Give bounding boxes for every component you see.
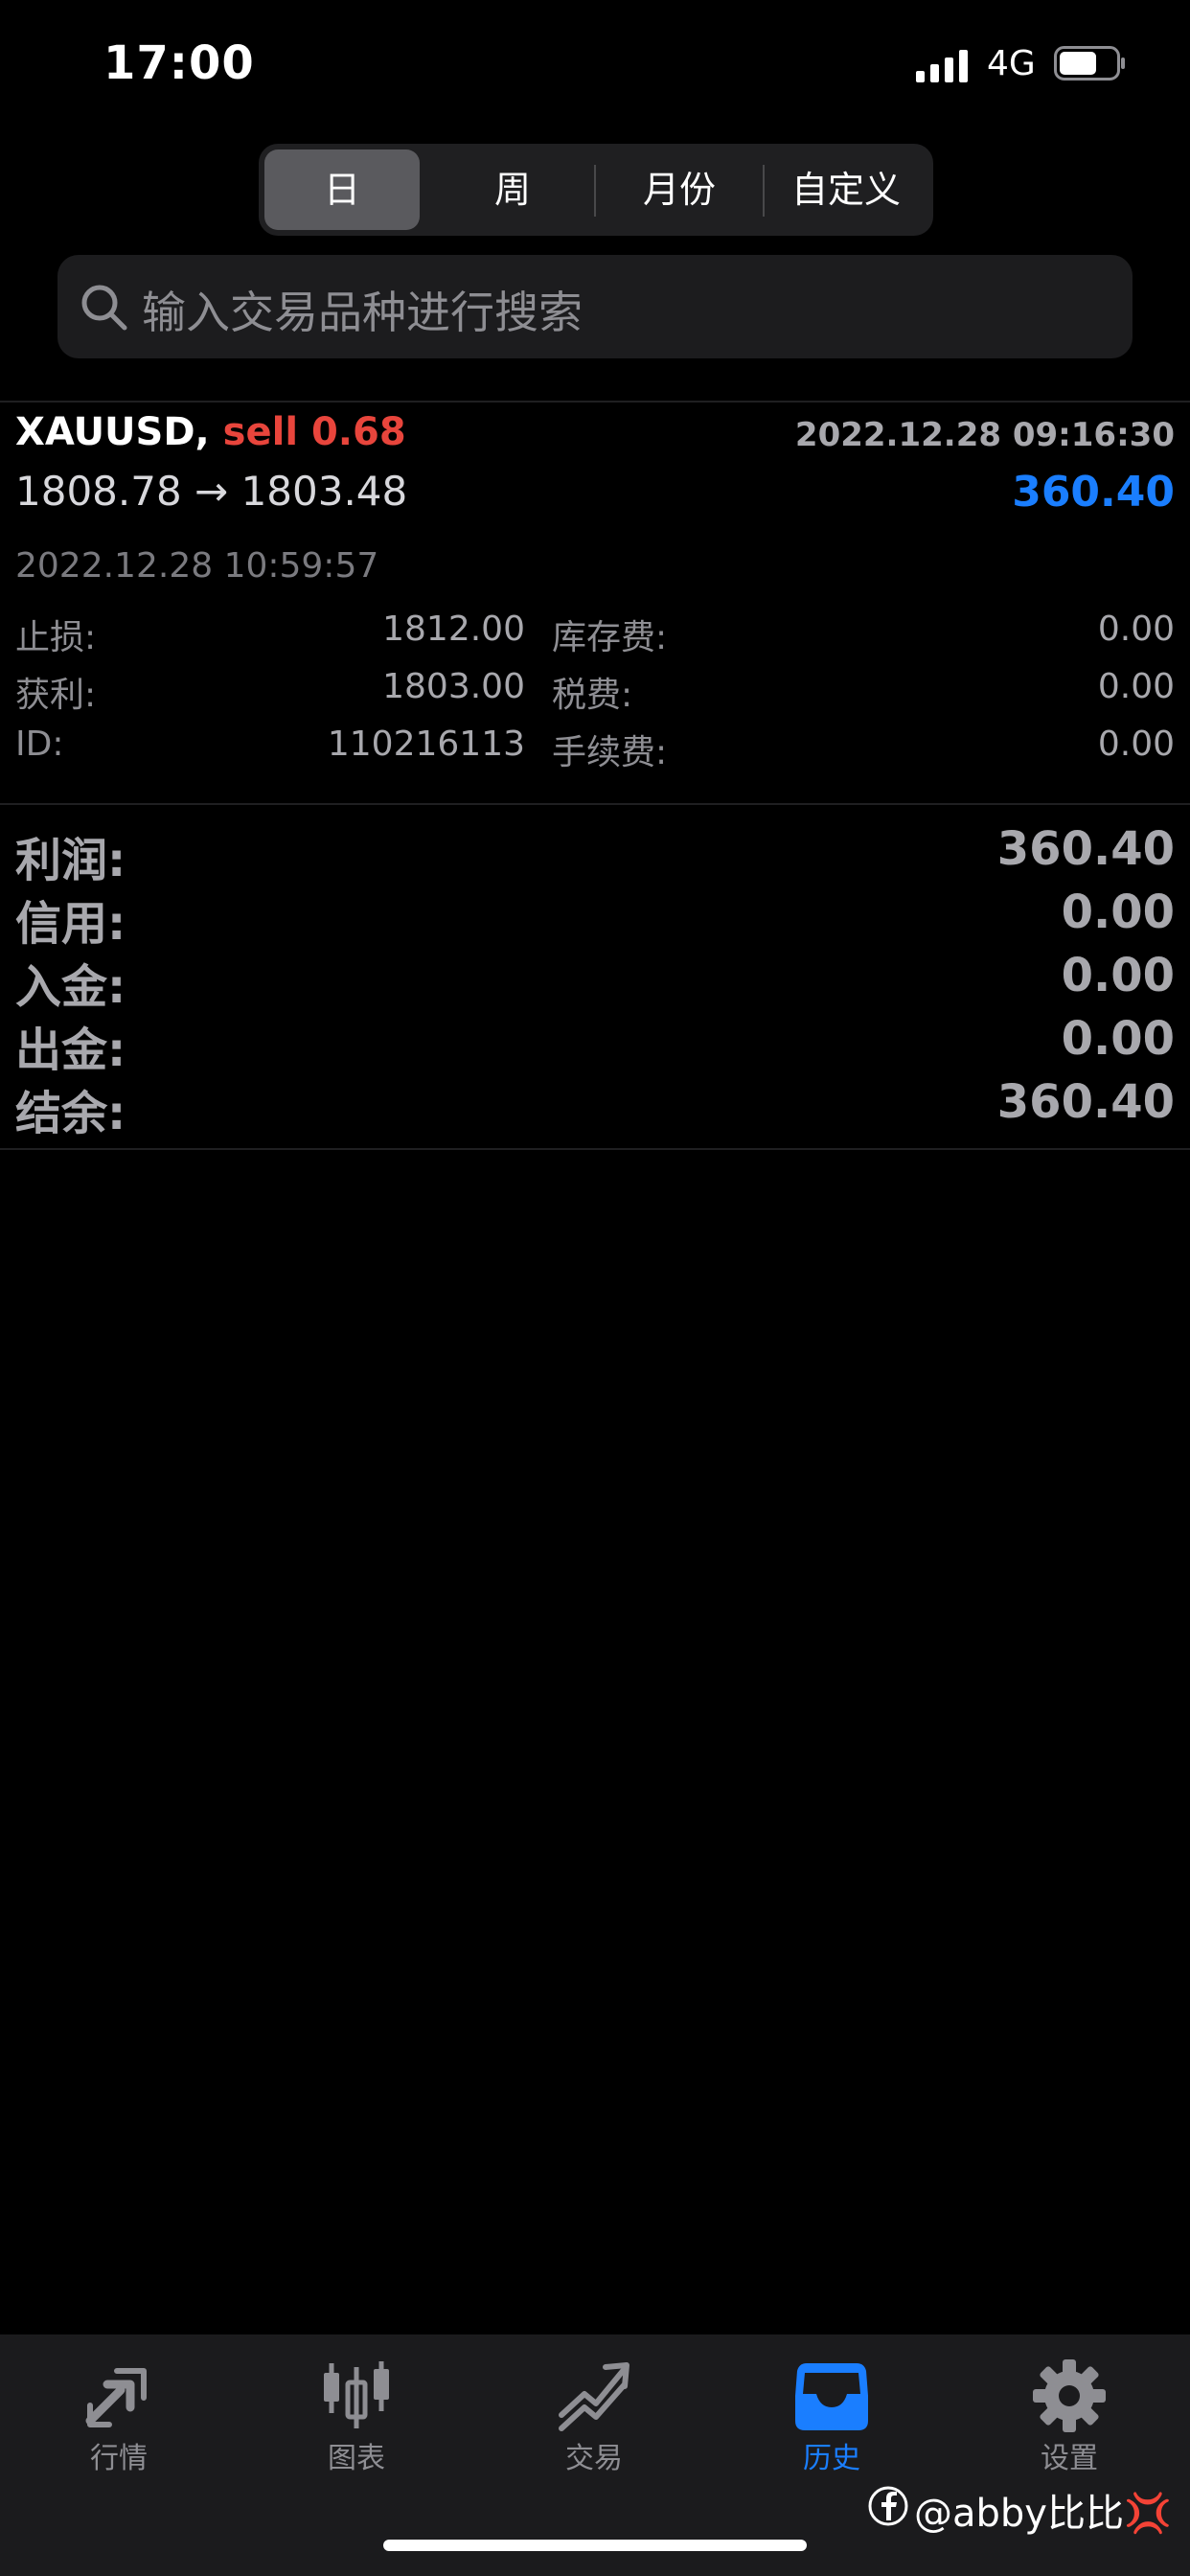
segment-week[interactable]: 周 xyxy=(431,150,594,230)
tab-trade[interactable]: 交易 xyxy=(475,2334,713,2497)
trade-trend-icon xyxy=(559,2362,629,2431)
battery-icon xyxy=(1054,46,1125,80)
swap-value: 0.00 xyxy=(1097,610,1175,649)
trade-prices: 1808.78 → 1803.48 xyxy=(15,468,408,515)
summary-balance-label: 结余: xyxy=(15,1087,126,1140)
stop-loss-value: 1812.00 xyxy=(382,610,525,649)
tab-charts[interactable]: 图表 xyxy=(238,2334,475,2497)
summary-balance-value: 360.40 xyxy=(996,1075,1175,1129)
summary-profit-value: 360.40 xyxy=(996,822,1175,876)
taxes-value: 0.00 xyxy=(1097,667,1175,706)
segment-day[interactable]: 日 xyxy=(264,150,420,230)
divider xyxy=(0,803,1190,805)
summary-withdrawal-label: 出金: xyxy=(15,1024,126,1077)
tab-label: 设置 xyxy=(1041,2442,1098,2475)
tab-label: 图表 xyxy=(328,2442,385,2475)
trade-close-time: 2022.12.28 10:59:57 xyxy=(15,546,379,586)
period-segmented-control: 日 周 月份 自定义 xyxy=(259,144,933,236)
network-type: 4G xyxy=(987,44,1036,83)
tab-quotes[interactable]: 行情 xyxy=(0,2334,238,2497)
gear-icon xyxy=(1033,2359,1106,2432)
summary-profit-label: 利润: xyxy=(15,834,126,887)
stop-loss-label: 止损: xyxy=(15,618,97,657)
search-input[interactable]: 输入交易品种进行搜索 xyxy=(57,255,1133,358)
take-profit-value: 1803.00 xyxy=(382,667,525,706)
trade-open-time: 2022.12.28 09:16:30 xyxy=(794,416,1175,454)
trade-symbol: XAUUSD, xyxy=(15,410,210,454)
home-indicator[interactable] xyxy=(383,2540,807,2551)
tab-settings[interactable]: 设置 xyxy=(950,2334,1188,2497)
status-time: 17:00 xyxy=(103,36,255,90)
trade-header: XAUUSD, sell 0.68 xyxy=(15,410,406,454)
take-profit-label: 获利: xyxy=(15,676,97,715)
tab-label: 行情 xyxy=(90,2442,148,2475)
taxes-label: 税费: xyxy=(552,676,633,715)
divider xyxy=(0,1148,1190,1150)
summary-withdrawal-value: 0.00 xyxy=(1061,1012,1175,1066)
summary-credit-value: 0.00 xyxy=(1061,886,1175,939)
segment-custom[interactable]: 自定义 xyxy=(765,150,927,230)
cellular-signal-icon xyxy=(916,50,968,82)
tab-history[interactable]: 历史 xyxy=(713,2334,950,2497)
search-placeholder: 输入交易品种进行搜索 xyxy=(142,287,583,338)
order-id-label: ID: xyxy=(15,724,64,764)
segment-month[interactable]: 月份 xyxy=(596,150,763,230)
commission-value: 0.00 xyxy=(1097,724,1175,764)
summary-deposit-label: 入金: xyxy=(15,960,126,1014)
search-icon xyxy=(81,285,127,331)
tab-label: 交易 xyxy=(565,2442,623,2475)
candlestick-icon xyxy=(324,2361,389,2428)
quotes-arrows-icon xyxy=(85,2368,147,2427)
account-summary: 利润: 360.40 信用: 0.00 入金: 0.00 出金: 0.00 结余… xyxy=(0,815,1190,1140)
summary-credit-label: 信用: xyxy=(15,897,126,951)
trade-history-item[interactable]: XAUUSD, sell 0.68 2022.12.28 09:16:30 18… xyxy=(0,402,1190,803)
order-id-value: 110216113 xyxy=(327,724,525,764)
watermark: @abby比比💢 xyxy=(868,2482,1172,2538)
trade-profit: 360.40 xyxy=(1012,468,1175,517)
trade-side-volume: sell 0.68 xyxy=(222,410,406,454)
social-logo-icon xyxy=(868,2486,908,2526)
watermark-text: @abby比比💢 xyxy=(914,2492,1172,2536)
tab-label: 历史 xyxy=(803,2442,860,2475)
swap-label: 库存费: xyxy=(552,618,668,657)
commission-label: 手续费: xyxy=(552,733,668,772)
summary-deposit-value: 0.00 xyxy=(1061,949,1175,1002)
inbox-icon xyxy=(795,2363,868,2430)
